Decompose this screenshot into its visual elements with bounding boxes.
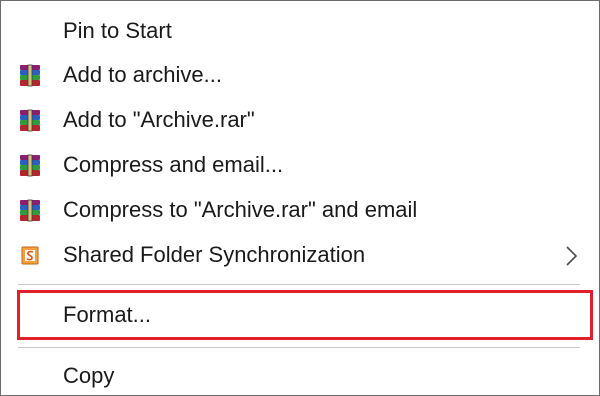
menu-separator (18, 347, 580, 348)
winrar-icon (18, 64, 42, 88)
menu-item-copy[interactable]: Copy (1, 358, 599, 394)
menu-item-add-to-archive-rar[interactable]: Add to "Archive.rar" (1, 102, 599, 138)
menu-item-label: Pin to Start (63, 18, 172, 43)
menu-item-label: Add to archive... (63, 62, 222, 87)
menu-separator (18, 284, 580, 285)
menu-item-pin-to-start[interactable]: Pin to Start (1, 13, 599, 49)
winrar-icon (18, 199, 42, 223)
menu-item-shared-folder-synchronization[interactable]: Shared Folder Synchronization (1, 237, 599, 273)
winrar-icon (18, 109, 42, 133)
highlight-box (17, 290, 593, 340)
menu-item-compress-to-archive-rar-and-email[interactable]: Compress to "Archive.rar" and email (1, 192, 599, 228)
menu-item-label: Copy (63, 363, 115, 388)
context-menu: Pin to Start Add to archive... Add to "A… (0, 0, 600, 396)
winrar-icon (18, 154, 42, 178)
menu-item-label: Compress to "Archive.rar" and email (63, 197, 418, 222)
menu-item-label: Add to "Archive.rar" (63, 107, 255, 132)
chevron-right-icon (563, 245, 579, 267)
menu-item-compress-and-email[interactable]: Compress and email... (1, 147, 599, 183)
menu-item-add-to-archive[interactable]: Add to archive... (1, 57, 599, 93)
menu-item-label: Shared Folder Synchronization (63, 242, 366, 267)
shared-folder-sync-icon (18, 244, 42, 268)
menu-item-label: Compress and email... (63, 152, 284, 177)
